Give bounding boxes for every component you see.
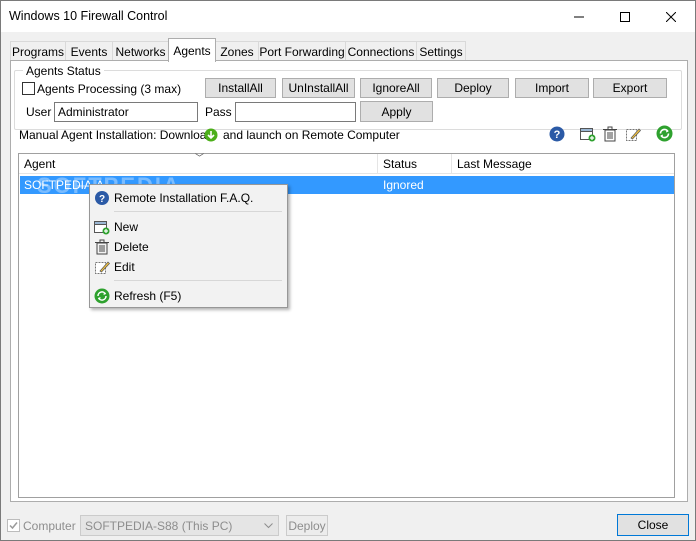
cell-status: Ignored: [383, 178, 424, 192]
column-last-message-label: Last Message: [457, 157, 532, 171]
agents-processing-checkbox[interactable]: [22, 82, 35, 95]
close-icon: [666, 11, 676, 22]
tab-zones[interactable]: Zones: [215, 41, 259, 61]
title-bar: Windows 10 Firewall Control: [1, 1, 695, 32]
minimize-button[interactable]: [556, 1, 602, 32]
minimize-icon: [574, 16, 584, 17]
tab-events[interactable]: Events: [65, 41, 113, 61]
manual-install-suffix: and launch on Remote Computer: [223, 128, 400, 142]
maximize-button[interactable]: [602, 1, 648, 32]
manual-install-label: Manual Agent Installation: Download: [19, 128, 214, 142]
menu-separator: [114, 211, 282, 212]
menu-item-label: Remote Installation F.A.Q.: [114, 191, 254, 205]
uninstall-all-button[interactable]: UnInstallAll: [282, 78, 355, 98]
tab-settings[interactable]: Settings: [416, 41, 466, 61]
tab-connections[interactable]: Connections: [345, 41, 417, 61]
maximize-icon: [620, 11, 630, 22]
pass-label: Pass: [205, 105, 232, 119]
refresh-icon: [94, 288, 110, 304]
menu-item-label: Refresh (F5): [114, 289, 182, 303]
agents-processing-label: Agents Processing (3 max): [37, 82, 182, 96]
column-header-agent[interactable]: Agent ﹀: [19, 153, 378, 174]
deploy-button[interactable]: Deploy: [286, 515, 328, 536]
edit-icon[interactable]: [625, 126, 641, 142]
column-status-label: Status: [383, 157, 418, 171]
menu-item-label: Edit: [114, 260, 135, 274]
computer-checkbox[interactable]: [7, 519, 20, 532]
tab-programs[interactable]: Programs: [10, 41, 66, 61]
app-window: Windows 10 Firewall Control Programs Eve…: [0, 0, 696, 541]
help-icon: ?: [95, 191, 109, 205]
sort-indicator-icon: ﹀: [195, 153, 205, 163]
user-input[interactable]: Administrator: [54, 102, 198, 122]
pass-input[interactable]: [235, 102, 356, 122]
window-title: Windows 10 Firewall Control: [9, 9, 168, 23]
chevron-down-icon: [264, 523, 273, 529]
export-button[interactable]: Export: [593, 78, 667, 98]
column-agent-label: Agent: [24, 157, 56, 171]
computer-select-value: SOFTPEDIA-S88 (This PC): [85, 519, 233, 533]
user-label: User: [26, 105, 52, 119]
context-menu: ? Remote Installation F.A.Q. New Delete …: [89, 184, 288, 308]
tab-port-forwarding[interactable]: Port Forwarding: [258, 41, 346, 61]
computer-select[interactable]: SOFTPEDIA-S88 (This PC): [80, 515, 279, 536]
download-icon[interactable]: [204, 128, 218, 142]
menu-item-remote-faq[interactable]: ? Remote Installation F.A.Q.: [92, 188, 285, 208]
column-header-status[interactable]: Status: [378, 154, 452, 174]
help-icon[interactable]: ?: [549, 126, 565, 142]
import-button[interactable]: Import: [515, 78, 589, 98]
agents-list-header: Agent ﹀ Status Last Message: [19, 153, 674, 174]
menu-item-label: Delete: [114, 240, 149, 254]
menu-item-refresh[interactable]: Refresh (F5): [92, 286, 285, 306]
menu-item-delete[interactable]: Delete: [92, 237, 285, 257]
window-close-button[interactable]: [648, 1, 694, 32]
new-icon[interactable]: [580, 126, 596, 142]
menu-item-label: New: [114, 220, 139, 234]
agents-status-legend: Agents Status: [23, 64, 104, 78]
deploy-all-button[interactable]: Deploy: [437, 78, 509, 98]
svg-text:?: ?: [99, 194, 105, 205]
ignore-all-button[interactable]: IgnoreAll: [360, 78, 432, 98]
delete-icon[interactable]: [602, 126, 618, 142]
delete-icon: [95, 239, 109, 255]
new-icon: [94, 221, 110, 235]
close-button[interactable]: Close: [617, 514, 689, 536]
refresh-icon[interactable]: [656, 125, 673, 142]
install-all-button[interactable]: InstallAll: [205, 78, 276, 98]
computer-label: Computer: [23, 519, 76, 533]
menu-item-new[interactable]: New: [92, 217, 285, 237]
menu-separator: [114, 280, 282, 281]
tab-networks[interactable]: Networks: [112, 41, 169, 61]
tab-agents[interactable]: Agents: [168, 38, 216, 62]
edit-icon: [95, 261, 110, 274]
apply-button[interactable]: Apply: [360, 101, 433, 122]
svg-text:?: ?: [554, 129, 561, 141]
menu-item-edit[interactable]: Edit: [92, 257, 285, 277]
checkmark-icon: [9, 522, 18, 530]
column-header-last-message[interactable]: Last Message: [452, 154, 674, 174]
